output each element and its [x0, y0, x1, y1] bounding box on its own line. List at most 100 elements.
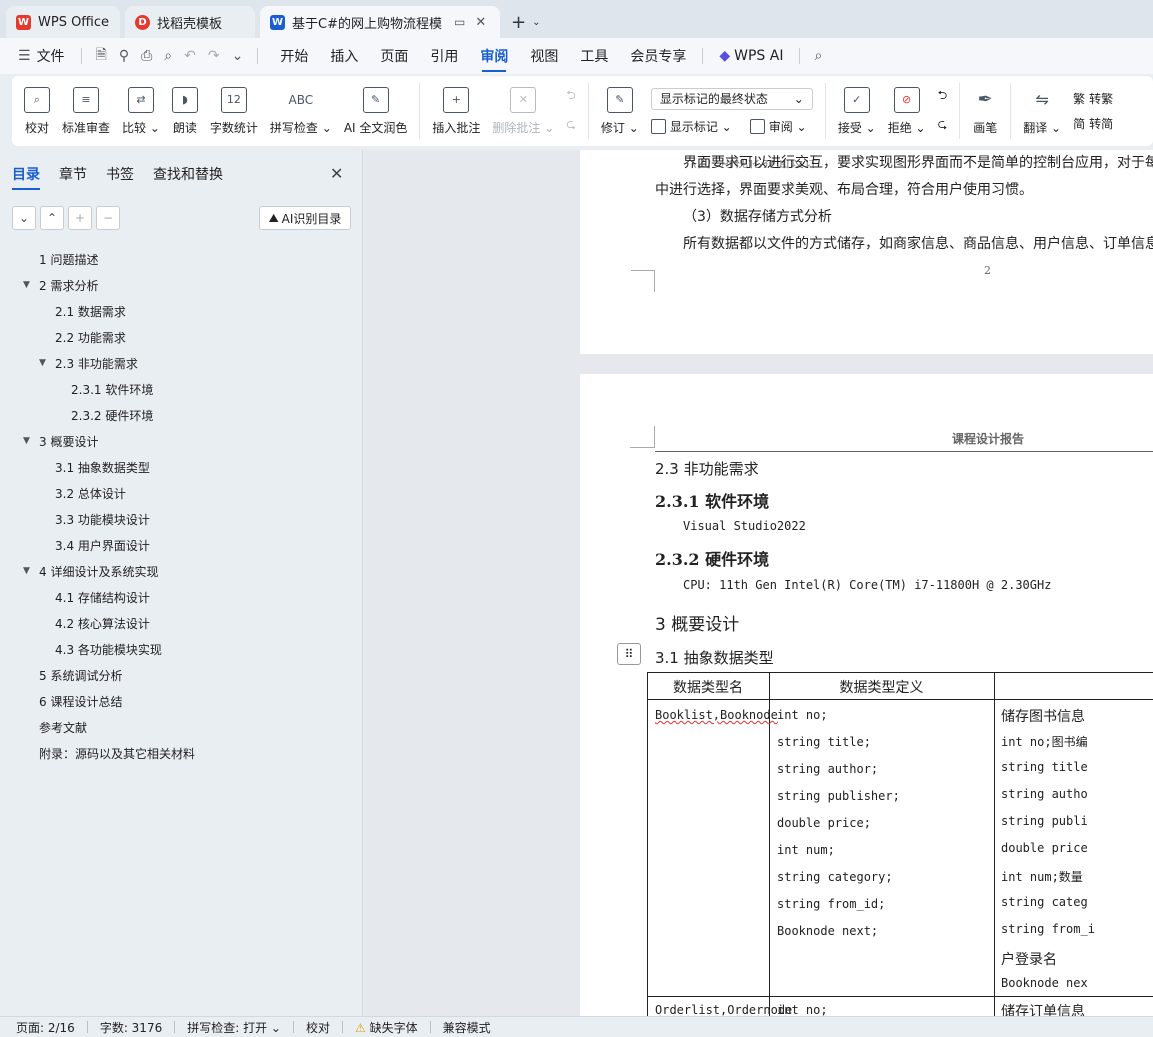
markup-state-select[interactable]: 显示标记的最终状态 ⌄: [650, 87, 813, 110]
toc-item[interactable]: 6 课程设计总结: [39, 692, 122, 710]
tab-wps-office[interactable]: W WPS Office: [6, 6, 120, 38]
toc-item[interactable]: 2 需求分析: [39, 276, 98, 294]
toc-item[interactable]: 2.1 数据需求: [55, 302, 126, 320]
menu-member[interactable]: 会员专享: [630, 38, 686, 74]
next-change-icon[interactable]: ⮎: [938, 115, 948, 136]
toc-item[interactable]: 2.3.2 硬件环境: [71, 406, 153, 424]
menu-view[interactable]: 视图: [530, 38, 558, 74]
menu-insert[interactable]: 插入: [330, 38, 358, 74]
compare-button[interactable]: ⇄ 比较 ⌄: [122, 86, 160, 136]
tab-find-replace[interactable]: 查找和替换: [153, 164, 223, 190]
translate-button[interactable]: ⇋ 翻译 ⌄: [1023, 87, 1061, 136]
menu-review[interactable]: 审阅: [480, 38, 508, 74]
heading-2-3-2[interactable]: 2.3.2 硬件环境: [655, 546, 769, 570]
paragraph-text[interactable]: 中进行选择，界面要求美观、布局合理，符合用户使用习惯。: [655, 179, 1033, 199]
proofread-button[interactable]: ⌕ 校对: [24, 86, 50, 136]
hamburger-icon[interactable]: ☰: [18, 48, 31, 64]
toc-item[interactable]: 3.2 总体设计: [55, 484, 126, 502]
missing-font[interactable]: ⚠ 缺失字体: [355, 1019, 418, 1036]
toc-item[interactable]: 3 概要设计: [39, 432, 98, 450]
paragraph-text[interactable]: CPU: 11th Gen Intel(R) Core(TM) i7-11800…: [683, 578, 1051, 592]
remove-heading-icon[interactable]: −: [96, 206, 120, 230]
prev-comment-icon[interactable]: ⮌: [566, 86, 576, 107]
tab-document[interactable]: W 基于C#的网上购物流程模拟 ▭ ✕: [260, 6, 500, 38]
table-cell[interactable]: [647, 699, 770, 997]
toc-item[interactable]: 4.3 各功能模块实现: [55, 640, 162, 658]
delete-comment-button[interactable]: ✕ 删除批注 ⌄: [492, 86, 554, 136]
close-pane-icon[interactable]: ✕: [330, 164, 343, 183]
paragraph-text[interactable]: （3）数据存储方式分析: [683, 206, 832, 226]
expand-arrow-icon[interactable]: ▼: [23, 566, 30, 576]
ai-toc-button[interactable]: ⛰ AI识别目录: [259, 206, 351, 230]
menu-wps-ai[interactable]: ◆ WPS AI: [719, 38, 783, 74]
paragraph-text[interactable]: Visual Studio2022: [683, 519, 806, 533]
new-tab-button[interactable]: + ⌄: [511, 6, 540, 38]
expand-arrow-icon[interactable]: ▼: [23, 436, 30, 446]
proof-status[interactable]: 校对: [306, 1019, 330, 1036]
redo-icon[interactable]: ↷: [208, 48, 220, 64]
toc-item[interactable]: 3.3 功能模块设计: [55, 510, 150, 528]
paragraph-text[interactable]: 所有数据都以文件的方式储存，如商家信息、商品信息、用户信息、订单信息: [683, 233, 1153, 253]
heading-3-1[interactable]: 3.1 抽象数据类型: [655, 647, 774, 668]
toc-item[interactable]: 2.3.1 软件环境: [71, 380, 153, 398]
toc-item[interactable]: 3.4 用户界面设计: [55, 536, 150, 554]
pen-button[interactable]: ✒ 画笔: [972, 87, 998, 136]
print-preview-icon[interactable]: ⌕: [164, 48, 172, 64]
menu-reference[interactable]: 引用: [430, 38, 458, 74]
heading-2-3[interactable]: 2.3 非功能需求: [655, 458, 759, 479]
paragraph-text[interactable]: 界面要求可以进行交互，要求实现图形界面而不是简单的控制台应用，对于每: [683, 152, 1153, 172]
expand-arrow-icon[interactable]: ▼: [23, 280, 30, 290]
expand-all-icon[interactable]: ⌄: [12, 206, 36, 230]
expand-arrow-icon[interactable]: ▼: [39, 358, 46, 368]
close-tab-icon[interactable]: ✕: [475, 15, 486, 30]
word-count-button[interactable]: 12 字数统计: [210, 86, 258, 136]
add-heading-icon[interactable]: +: [68, 206, 92, 230]
to-trad-button[interactable]: 繁转繁: [1073, 90, 1113, 107]
print-icon[interactable]: ⎙: [141, 48, 152, 64]
share-icon[interactable]: ⚲: [119, 48, 129, 64]
toc-item[interactable]: 4 详细设计及系统实现: [39, 562, 158, 580]
chevron-down-icon[interactable]: ⌄: [532, 17, 540, 28]
menu-start[interactable]: 开始: [280, 38, 308, 74]
spell-check-button[interactable]: ABC 拼写检查 ⌄: [270, 87, 332, 136]
toc-item[interactable]: 附录：源码以及其它相关材料: [39, 744, 195, 762]
toc-item[interactable]: 3.1 抽象数据类型: [55, 458, 150, 476]
heading-3[interactable]: 3 概要设计: [655, 610, 739, 635]
read-aloud-button[interactable]: ◗ 朗读: [171, 86, 198, 136]
page-indicator[interactable]: 页面: 2/16: [16, 1019, 75, 1036]
toc-item[interactable]: 4.1 存储结构设计: [55, 588, 150, 606]
table-handle-icon[interactable]: ⠿: [617, 643, 641, 665]
word-count[interactable]: 字数: 3176: [100, 1019, 162, 1036]
revise-button[interactable]: ✎ 修订 ⌄: [601, 86, 639, 136]
search-icon[interactable]: ⌕: [814, 48, 822, 64]
toc-item[interactable]: 2.3 非功能需求: [55, 354, 138, 372]
monitor-icon[interactable]: ▭: [454, 15, 465, 29]
tab-bookmarks[interactable]: 书签: [106, 164, 134, 190]
menu-tools[interactable]: 工具: [580, 38, 608, 74]
standard-review-button[interactable]: ≡ 标准审查: [62, 86, 110, 136]
reject-button[interactable]: ⊘ 拒绝 ⌄: [888, 86, 926, 136]
insert-comment-button[interactable]: + 插入批注: [432, 86, 480, 136]
next-comment-icon[interactable]: ⮎: [566, 115, 576, 136]
spell-status[interactable]: 拼写检查: 打开 ⌄: [187, 1019, 281, 1036]
undo-icon[interactable]: ↶: [184, 48, 196, 64]
show-markup-button[interactable]: 显示标记 ⌄: [670, 118, 732, 135]
toc-item[interactable]: 4.2 核心算法设计: [55, 614, 150, 632]
review-pane-button[interactable]: 审阅 ⌄: [769, 118, 807, 135]
tab-sections[interactable]: 章节: [59, 164, 87, 190]
collapse-all-icon[interactable]: ⌃: [40, 206, 64, 230]
ai-polish-button[interactable]: ✎ AI 全文润色: [344, 86, 407, 136]
menu-page[interactable]: 页面: [380, 38, 408, 74]
tab-toc[interactable]: 目录: [12, 164, 40, 190]
save-icon[interactable]: 🗎: [96, 44, 107, 68]
toc-item[interactable]: 1 问题描述: [39, 250, 98, 268]
prev-change-icon[interactable]: ⮌: [938, 86, 948, 107]
to-simp-button[interactable]: 简转简: [1073, 115, 1113, 132]
toc-item[interactable]: 5 系统调试分析: [39, 666, 122, 684]
tab-docer-templates[interactable]: D 找稻壳模板: [125, 6, 255, 38]
more-chevron-icon[interactable]: ⌄: [232, 48, 244, 64]
menu-file[interactable]: 文件: [37, 38, 65, 74]
toc-item[interactable]: 2.2 功能需求: [55, 328, 126, 346]
toc-item[interactable]: 参考文献: [39, 718, 87, 736]
table-header-cell[interactable]: [994, 672, 1153, 700]
